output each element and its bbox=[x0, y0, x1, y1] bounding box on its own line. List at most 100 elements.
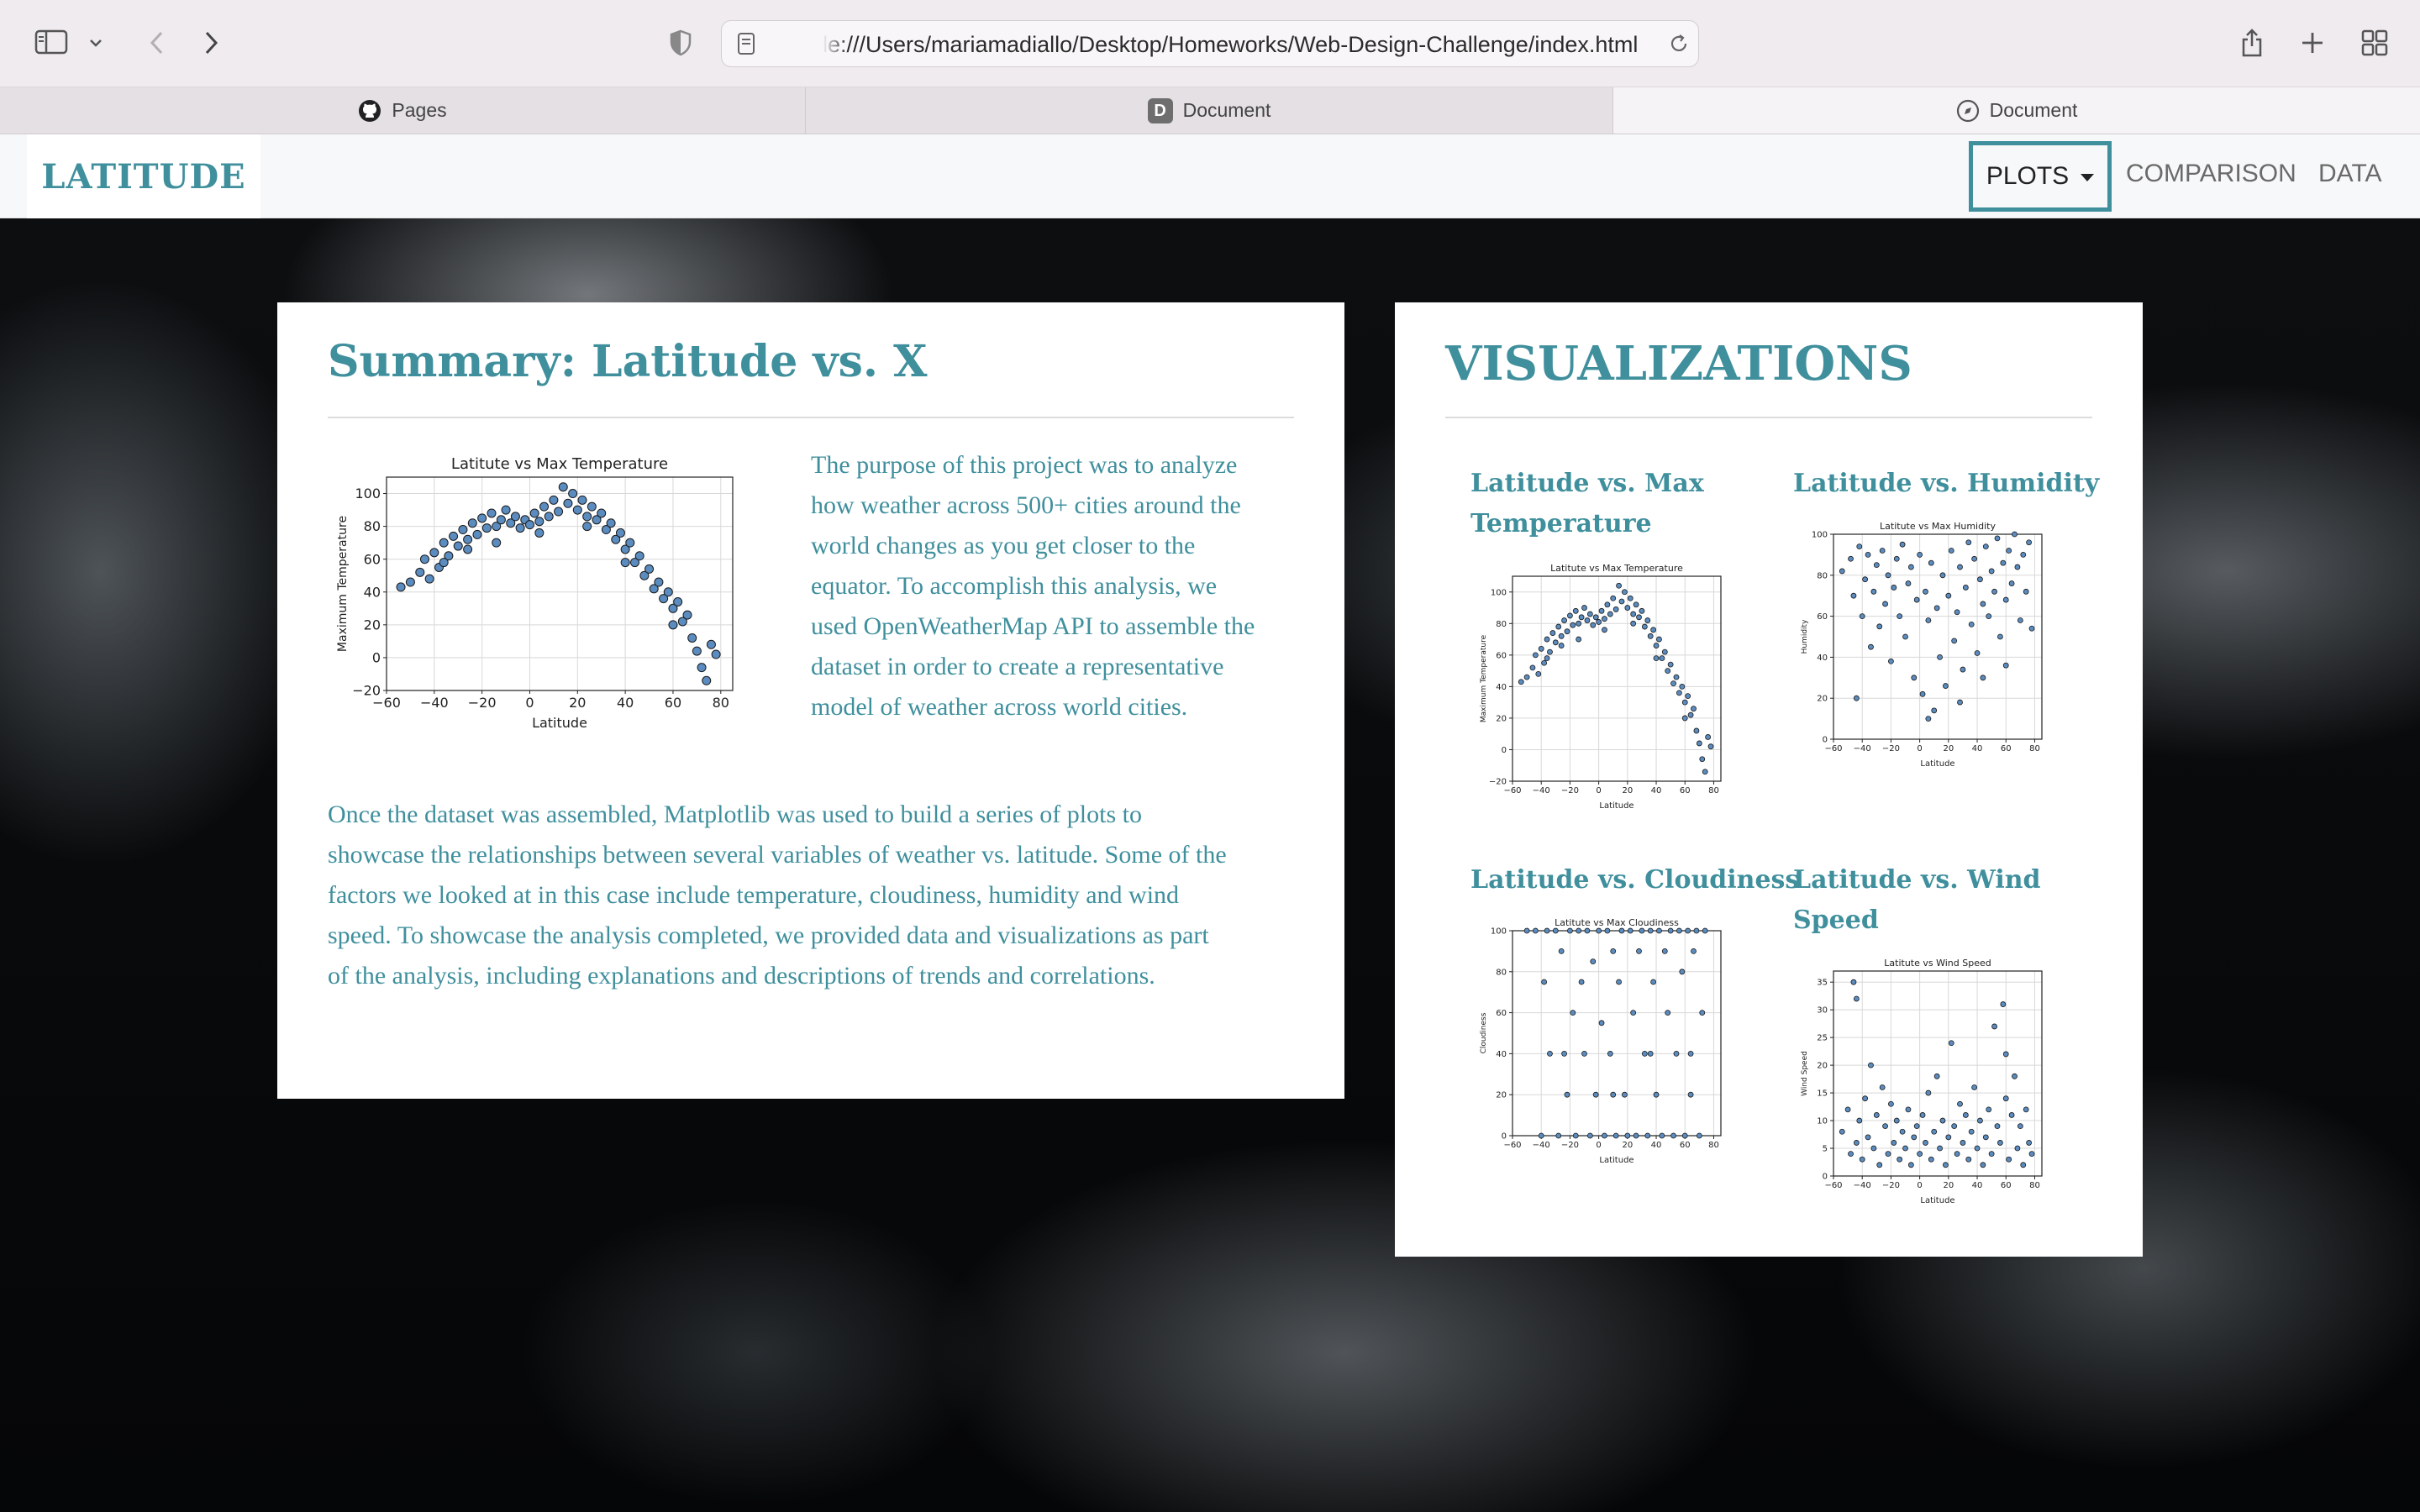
nav-comparison-link[interactable]: COMPARISON bbox=[2126, 160, 2296, 188]
data-point bbox=[2026, 539, 2033, 546]
data-point bbox=[1535, 670, 1542, 677]
viz-title-humidity[interactable]: Latitude vs. Humidity bbox=[1793, 464, 2099, 504]
y-tick-label: 20 bbox=[1496, 714, 1507, 723]
privacy-shield-icon[interactable] bbox=[664, 25, 697, 60]
chart-max-temperature: −60 −40 −20 0 20 40 60 80−20020406080100Latitut… bbox=[336, 455, 734, 731]
brand-logo[interactable]: LATITUDE bbox=[27, 134, 260, 218]
data-point bbox=[1939, 1117, 1946, 1124]
data-point bbox=[2000, 559, 2007, 566]
data-point bbox=[1610, 1091, 1617, 1098]
url-text: le:///Users/mariamadiallo/Desktop/Homewo… bbox=[823, 32, 1639, 57]
data-point bbox=[1937, 654, 1943, 660]
nav-data-link[interactable]: DATA bbox=[2318, 160, 2382, 188]
viz-title-temperature[interactable]: Latitude vs. Max bbox=[1470, 464, 1704, 504]
data-point bbox=[1547, 1050, 1553, 1057]
share-icon[interactable] bbox=[2235, 24, 2269, 62]
x-tick-label: −40 bbox=[420, 695, 449, 711]
data-point bbox=[1696, 1132, 1702, 1139]
x-tick-label: 60 bbox=[2001, 744, 2012, 753]
y-tick-label: 100 bbox=[355, 486, 381, 501]
data-point bbox=[606, 518, 616, 528]
y-tick-label: 0 bbox=[1823, 1173, 1828, 1182]
x-tick-label: −40 bbox=[1854, 1181, 1871, 1190]
data-point bbox=[1873, 562, 1880, 568]
y-axis-label: Humidity bbox=[1801, 619, 1809, 654]
y-tick-label: 40 bbox=[1817, 654, 1828, 663]
address-bar[interactable]: le:///Users/mariamadiallo/Desktop/Homewo… bbox=[721, 20, 1699, 67]
data-point bbox=[558, 482, 568, 492]
data-point bbox=[1943, 1162, 1949, 1168]
data-point bbox=[1538, 1132, 1544, 1139]
data-point bbox=[1667, 661, 1674, 668]
data-point bbox=[1853, 995, 1860, 1002]
data-point bbox=[1945, 1134, 1952, 1141]
chevron-down-icon[interactable] bbox=[84, 30, 108, 55]
data-point bbox=[1685, 693, 1691, 700]
viz-title-cloudiness[interactable]: Latitude vs. Cloudiness bbox=[1470, 860, 1799, 900]
data-point bbox=[1850, 592, 1857, 599]
chart-title: Latitute vs Max Temperature bbox=[1550, 563, 1683, 574]
data-point bbox=[1948, 548, 1954, 554]
chart-humidity-thumb[interactable]: −60 −40 −20 0 20 40 60 80 0 20 40 60 80 100 Latitute v… bbox=[1798, 517, 2050, 769]
sidebar-toggle-icon[interactable] bbox=[32, 25, 71, 59]
data-point bbox=[1607, 611, 1613, 617]
data-point bbox=[1939, 572, 1946, 579]
data-point bbox=[415, 567, 425, 577]
url-fade bbox=[823, 28, 848, 61]
back-icon[interactable] bbox=[139, 25, 173, 60]
chart-title: Latitute vs Max Cloudiness bbox=[1555, 917, 1679, 928]
data-point bbox=[1633, 1132, 1639, 1139]
data-point bbox=[1602, 1132, 1607, 1139]
tab-pages[interactable]: Pages bbox=[0, 87, 805, 134]
data-point bbox=[1630, 1010, 1637, 1016]
chart-wind-speed-thumb[interactable]: −60 −40 −20 0 20 40 60 80 0 5 10 15 20 25 30 35 Latitute… bbox=[1798, 954, 2050, 1206]
x-tick-label: 0 bbox=[1596, 1141, 1601, 1150]
data-point bbox=[1850, 979, 1857, 985]
data-point bbox=[1962, 1112, 1969, 1118]
data-point bbox=[682, 610, 692, 620]
data-point bbox=[2012, 531, 2018, 538]
y-tick-label: 40 bbox=[1496, 683, 1507, 692]
data-point bbox=[1647, 1050, 1654, 1057]
data-point bbox=[1607, 1050, 1613, 1057]
tab-document-1[interactable]: D Document bbox=[806, 87, 1612, 134]
viz-title-wind-speed[interactable]: Speed bbox=[1793, 900, 1879, 941]
compass-icon bbox=[1956, 99, 1980, 123]
data-point bbox=[2002, 1051, 2009, 1058]
data-point bbox=[1567, 927, 1573, 934]
tab-overview-icon[interactable] bbox=[2358, 25, 2391, 60]
data-point bbox=[1980, 1162, 1986, 1168]
chart-temperature-thumb[interactable]: −60 −40 −20 0 20 40 60 80 −20 0 20 40 60 80 100 Latitut… bbox=[1477, 559, 1729, 811]
data-point bbox=[1882, 601, 1888, 607]
y-tick-label: 0 bbox=[1502, 746, 1507, 755]
x-axis-label: Latitude bbox=[1920, 1196, 1954, 1205]
data-point bbox=[439, 538, 449, 548]
data-point bbox=[1602, 616, 1607, 622]
viz-title-wind-speed[interactable]: Latitude vs. Wind bbox=[1793, 860, 2041, 900]
data-point bbox=[2028, 625, 2035, 632]
viz-title-temperature[interactable]: Temperature bbox=[1470, 504, 1652, 544]
data-point bbox=[706, 639, 716, 649]
forward-icon[interactable] bbox=[195, 25, 229, 60]
data-point bbox=[625, 538, 635, 548]
data-point bbox=[515, 523, 525, 533]
data-point bbox=[1907, 564, 1914, 570]
new-tab-icon[interactable] bbox=[2296, 25, 2329, 60]
data-point bbox=[1885, 572, 1891, 579]
data-point bbox=[1707, 743, 1714, 750]
data-point bbox=[1598, 607, 1605, 614]
chart-cloudiness-thumb[interactable]: −60 −40 −20 0 20 40 60 80 0 20 40 60 80 100 Latitute v… bbox=[1477, 914, 1729, 1166]
data-point bbox=[1893, 1117, 1900, 1124]
reload-icon[interactable] bbox=[1666, 31, 1691, 56]
data-point bbox=[1596, 927, 1602, 934]
data-point bbox=[1994, 1123, 2001, 1130]
data-point bbox=[1982, 1134, 1989, 1141]
body-line: of the analysis, including explanations … bbox=[328, 962, 1155, 990]
data-point bbox=[1561, 617, 1567, 623]
tab-document-2[interactable]: Document bbox=[1613, 87, 2420, 134]
plots-dropdown[interactable]: PLOTS bbox=[1969, 141, 2112, 212]
data-point bbox=[644, 564, 655, 574]
data-point bbox=[577, 495, 587, 505]
data-point bbox=[1988, 1151, 1995, 1158]
body-line: factors we looked at in this case includ… bbox=[328, 881, 1180, 909]
